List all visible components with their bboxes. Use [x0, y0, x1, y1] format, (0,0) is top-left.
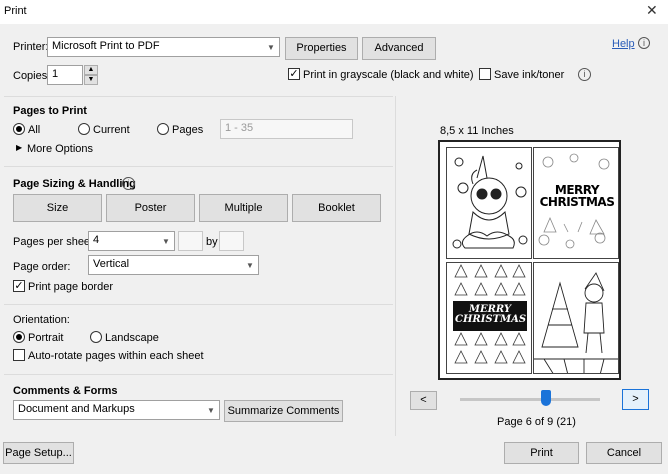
- advanced-button[interactable]: Advanced: [362, 37, 436, 60]
- all-pages-label: All: [28, 124, 41, 136]
- pages-range-input[interactable]: 1 - 35: [220, 119, 353, 139]
- printer-select[interactable]: Microsoft Print to PDF ▼: [47, 37, 280, 57]
- divider: [4, 166, 393, 167]
- properties-button[interactable]: Properties: [285, 37, 358, 60]
- vertical-divider: [395, 96, 396, 436]
- auto-rotate-label: Auto-rotate pages within each sheet: [28, 350, 204, 362]
- preview-page: MERRY CHRISTMAS MERRY CHRISTMAS: [438, 140, 621, 380]
- pages-range-radio[interactable]: [157, 123, 169, 135]
- preview-thumb-unicorn: [446, 147, 532, 259]
- pages-to-print-title: Pages to Print: [13, 105, 87, 117]
- pages-per-sheet-value: 4: [93, 234, 100, 246]
- tab-multiple[interactable]: Multiple: [199, 194, 288, 222]
- page-sizing-title: Page Sizing & Handling: [13, 178, 136, 190]
- pages-range-label: Pages: [172, 124, 204, 136]
- page-slider-track[interactable]: [460, 398, 600, 401]
- next-page-button[interactable]: >: [622, 389, 649, 410]
- chevron-down-icon: ▼: [246, 260, 254, 270]
- info-icon[interactable]: i: [578, 68, 591, 81]
- pages-range-placeholder: 1 - 35: [225, 122, 254, 134]
- preview-thumb-elf: [533, 262, 619, 374]
- prev-page-button[interactable]: <: [410, 391, 437, 410]
- save-ink-label: Save ink/toner: [494, 69, 565, 81]
- copies-label: Copies:: [13, 70, 51, 82]
- save-ink-checkbox[interactable]: [479, 68, 491, 80]
- grayscale-label: Print in grayscale (black and white): [303, 69, 474, 81]
- print-button[interactable]: Print: [504, 442, 579, 464]
- portrait-label: Portrait: [28, 332, 64, 344]
- merry-christmas-text-1: MERRY CHRISTMAS: [539, 183, 615, 209]
- spin-down-icon[interactable]: ▼: [84, 75, 98, 85]
- tab-poster[interactable]: Poster: [106, 194, 195, 222]
- page-setup-button[interactable]: Page Setup...: [3, 442, 74, 464]
- paper-size-label: 8,5 x 11 Inches: [440, 125, 514, 137]
- chevron-down-icon: ▼: [267, 42, 275, 52]
- cancel-button[interactable]: Cancel: [586, 442, 662, 464]
- triangle-right-icon[interactable]: ▶: [16, 143, 22, 152]
- printer-label: Printer:: [13, 41, 49, 53]
- comments-forms-title: Comments & Forms: [13, 385, 118, 397]
- tab-size[interactable]: Size: [13, 194, 102, 222]
- spin-up-icon[interactable]: ▲: [84, 65, 98, 75]
- orientation-title: Orientation:: [13, 314, 70, 326]
- divider: [4, 374, 393, 375]
- landscape-label: Landscape: [105, 332, 159, 344]
- auto-rotate-checkbox[interactable]: [13, 349, 25, 361]
- copies-value: 1: [52, 68, 59, 80]
- summarize-comments-button[interactable]: Summarize Comments: [224, 400, 343, 422]
- page-order-label: Page order:: [13, 261, 71, 273]
- pages-per-sheet-select[interactable]: 4 ▼: [88, 231, 175, 251]
- pages-per-sheet-label: Pages per sheet:: [13, 236, 97, 248]
- landscape-radio[interactable]: [90, 331, 102, 343]
- portrait-radio[interactable]: [13, 331, 25, 343]
- divider: [4, 304, 393, 305]
- window-title: Print: [4, 5, 27, 17]
- page-order-select[interactable]: Vertical ▼: [88, 255, 259, 275]
- comments-forms-select[interactable]: Document and Markups ▼: [13, 400, 220, 420]
- divider: [4, 96, 393, 97]
- copies-input[interactable]: 1: [47, 65, 83, 85]
- by-label: by: [206, 236, 218, 248]
- tab-booklet[interactable]: Booklet: [292, 194, 381, 222]
- comments-forms-value: Document and Markups: [18, 403, 135, 415]
- info-icon[interactable]: i: [122, 177, 135, 190]
- columns-input[interactable]: [178, 231, 203, 251]
- help-link[interactable]: Help: [612, 38, 635, 50]
- title-bar: [0, 0, 668, 24]
- current-page-radio[interactable]: [78, 123, 90, 135]
- merry-christmas-text-2: MERRY CHRISTMAS: [455, 304, 527, 325]
- preview-thumb-trees: MERRY CHRISTMAS: [446, 262, 532, 374]
- all-pages-radio[interactable]: [13, 123, 25, 135]
- current-page-label: Current: [93, 124, 130, 136]
- page-indicator: Page 6 of 9 (21): [497, 416, 576, 428]
- page-slider-thumb[interactable]: [541, 390, 552, 406]
- page-order-value: Vertical: [93, 258, 130, 270]
- chevron-down-icon: ▼: [162, 236, 170, 246]
- printer-value: Microsoft Print to PDF: [52, 40, 160, 52]
- more-options-toggle[interactable]: More Options: [27, 143, 93, 155]
- chevron-down-icon: ▼: [207, 405, 215, 415]
- print-border-checkbox[interactable]: ✓: [13, 280, 25, 292]
- preview-thumb-merry-1: MERRY CHRISTMAS: [533, 147, 619, 259]
- help-info-icon: i: [638, 37, 650, 49]
- grayscale-checkbox[interactable]: ✓: [288, 68, 300, 80]
- print-border-label: Print page border: [28, 281, 113, 293]
- rows-input[interactable]: [219, 231, 244, 251]
- close-icon[interactable]: ✕: [646, 2, 658, 18]
